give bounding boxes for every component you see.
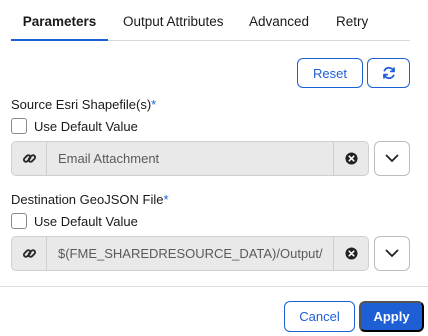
tab-bar: Parameters Output Attributes Advanced Re… xyxy=(11,0,410,41)
chevron-down-icon xyxy=(385,249,399,257)
destination-file-input[interactable]: $(FME_SHAREDRESOURCE_DATA)/Output/ xyxy=(11,236,369,271)
link-icon xyxy=(22,154,36,163)
destination-dropdown-button[interactable] xyxy=(374,236,410,271)
cancel-button[interactable]: Cancel xyxy=(284,301,355,332)
source-use-default-row: Use Default Value xyxy=(11,118,138,134)
source-use-default-checkbox[interactable] xyxy=(11,118,27,134)
tab-retry[interactable]: Retry xyxy=(336,0,368,41)
destination-link-button[interactable] xyxy=(12,237,47,270)
destination-file-value: $(FME_SHAREDRESOURCE_DATA)/Output/ xyxy=(58,246,323,261)
reset-button[interactable]: Reset xyxy=(297,58,363,88)
tab-parameters[interactable]: Parameters xyxy=(11,0,108,41)
parameters-dialog: Parameters Output Attributes Advanced Re… xyxy=(0,0,428,336)
footer-divider xyxy=(0,286,428,287)
refresh-icon xyxy=(382,66,395,80)
clear-icon xyxy=(344,152,358,165)
required-mark: * xyxy=(151,97,157,112)
chevron-down-icon xyxy=(385,154,399,162)
refresh-button[interactable] xyxy=(367,58,410,88)
tab-advanced[interactable]: Advanced xyxy=(249,0,309,41)
source-link-button[interactable] xyxy=(12,142,47,175)
destination-use-default-label: Use Default Value xyxy=(34,213,138,229)
source-file-value: Email Attachment xyxy=(58,151,160,166)
tab-output-attributes[interactable]: Output Attributes xyxy=(123,0,224,41)
destination-use-default-row: Use Default Value xyxy=(11,213,138,229)
source-field-label: Source Esri Shapefile(s)* xyxy=(11,97,156,112)
source-clear-button[interactable] xyxy=(333,142,368,175)
clear-icon xyxy=(344,247,358,260)
source-label-text: Source Esri Shapefile(s) xyxy=(11,97,152,112)
source-file-input[interactable]: Email Attachment xyxy=(11,141,369,176)
destination-label-text: Destination GeoJSON File xyxy=(11,192,164,207)
destination-field-label: Destination GeoJSON File* xyxy=(11,192,169,207)
source-dropdown-button[interactable] xyxy=(374,141,410,176)
apply-button[interactable]: Apply xyxy=(359,301,424,332)
destination-clear-button[interactable] xyxy=(333,237,368,270)
required-mark: * xyxy=(163,192,169,207)
link-icon xyxy=(22,249,36,258)
source-use-default-label: Use Default Value xyxy=(34,118,138,134)
destination-use-default-checkbox[interactable] xyxy=(11,213,27,229)
